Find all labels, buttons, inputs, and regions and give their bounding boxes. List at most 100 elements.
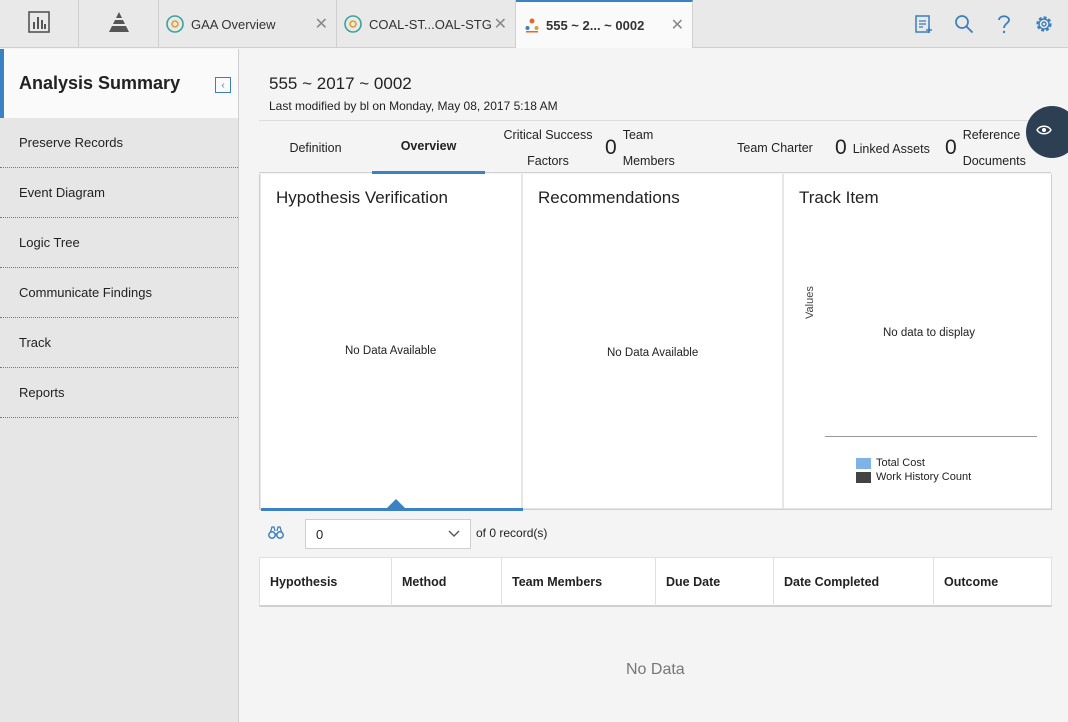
- sidebar-item-reports[interactable]: Reports: [0, 368, 238, 418]
- main-content: 555 ~ 2017 ~ 0002 Last modified by bl on…: [240, 49, 1068, 722]
- empty-message: No data to display: [883, 327, 976, 339]
- last-modified-text: Last modified by bl on Monday, May 08, 2…: [269, 99, 558, 113]
- column-label: Team Members: [512, 575, 603, 589]
- selected-caret-icon: [387, 499, 405, 508]
- page-title: 555 ~ 2017 ~ 0002: [269, 74, 412, 93]
- sidebar-item-label: Reports: [19, 385, 65, 400]
- search-icon[interactable]: [954, 14, 974, 34]
- pyramid-icon: [107, 11, 131, 38]
- record-count-text: of 0 record(s): [476, 526, 547, 540]
- overview-tabs: Definition Overview Critical Success Fac…: [259, 120, 1051, 174]
- tab-critical-success-factors[interactable]: Critical Success Factors: [495, 121, 601, 174]
- circle-arrows-icon: [165, 14, 185, 34]
- column-header-method[interactable]: Method: [392, 558, 502, 606]
- tab-label-line1: Reference: [962, 127, 1021, 142]
- dashboard-button[interactable]: [0, 0, 79, 48]
- sidebar: Analysis Summary ‹ Preserve Records Even…: [0, 49, 239, 722]
- close-icon[interactable]: ✕: [315, 14, 328, 34]
- tab-label-line1: Team: [622, 127, 654, 142]
- collapse-sidebar-button[interactable]: ‹: [215, 77, 231, 93]
- tab-label: 555 ~ 2... ~ 0002: [546, 17, 645, 33]
- column-header-hypothesis[interactable]: Hypothesis: [260, 558, 392, 606]
- binoculars-icon[interactable]: [268, 526, 284, 545]
- record-pager: 0 of 0 record(s): [259, 517, 659, 549]
- sidebar-item-event-diagram[interactable]: Event Diagram: [0, 168, 238, 218]
- eye-hide-icon: [1036, 123, 1052, 141]
- tab-team-members[interactable]: 0 Team Members: [605, 121, 705, 174]
- record-select[interactable]: 0: [305, 519, 471, 549]
- hypothesis-grid-header: Hypothesis Method Team Members Due Date …: [259, 557, 1052, 607]
- sidebar-item-communicate-findings[interactable]: Communicate Findings: [0, 268, 238, 318]
- selected-value: 0: [316, 526, 324, 542]
- sidebar-item-label: Communicate Findings: [19, 285, 152, 300]
- sidebar-title: Analysis Summary: [19, 73, 181, 93]
- column-label: Hypothesis: [270, 575, 338, 589]
- help-icon[interactable]: [994, 14, 1014, 34]
- tab-coal-stg[interactable]: COAL-ST...OAL-STG ✕: [337, 0, 516, 48]
- column-label: Date Completed: [784, 575, 880, 589]
- toolbar-right: [914, 0, 1054, 48]
- column-label: Due Date: [666, 575, 721, 589]
- records-label: record(s): [499, 526, 548, 540]
- selected-indicator: [261, 508, 523, 511]
- column-header-team-members[interactable]: Team Members: [502, 558, 656, 606]
- tab-label-line2: Members: [622, 153, 675, 168]
- dashboard-icon: [28, 10, 50, 38]
- top-bar: GAA Overview ✕ COAL-ST...OAL-STG ✕ 555 ~…: [0, 0, 1068, 48]
- of-count: of 0: [476, 526, 497, 540]
- grid-body: No Data: [259, 609, 1052, 722]
- sidebar-item-label: Event Diagram: [19, 185, 105, 200]
- rca-people-icon: [524, 17, 540, 33]
- panel-title: Hypothesis Verification: [276, 188, 448, 207]
- column-header-outcome[interactable]: Outcome: [934, 558, 1051, 606]
- panel-title: Track Item: [799, 188, 879, 207]
- sidebar-item-preserve-records[interactable]: Preserve Records: [0, 118, 238, 168]
- chevron-down-icon: [448, 527, 460, 541]
- tab-definition[interactable]: Definition: [259, 121, 372, 174]
- sidebar-item-label: Preserve Records: [19, 135, 124, 150]
- legend-label: Work History Count: [876, 471, 972, 483]
- hypothesis-verification-panel[interactable]: Hypothesis Verification No Data Availabl…: [261, 174, 523, 511]
- tab-label: Overview: [400, 139, 457, 153]
- y-axis-label: Values: [804, 286, 816, 319]
- sidebar-item-label: Logic Tree: [19, 235, 80, 250]
- track-item-panel[interactable]: Track Item Values No data to display Tot…: [784, 174, 1051, 508]
- tab-label: Team Charter: [737, 140, 813, 155]
- gear-icon[interactable]: [1034, 14, 1054, 34]
- legend-swatch: [856, 457, 871, 469]
- recommendations-panel[interactable]: Recommendations No Data Available: [523, 174, 782, 508]
- sidebar-item-logic-tree[interactable]: Logic Tree: [0, 218, 238, 268]
- chevron-left-icon: ‹: [221, 79, 225, 91]
- close-icon[interactable]: ✕: [671, 15, 684, 35]
- x-axis-line: [825, 436, 1037, 437]
- column-header-due-date[interactable]: Due Date: [656, 558, 774, 606]
- circle-arrows-icon: [343, 14, 363, 34]
- tab-label-line2: Factors: [527, 153, 569, 168]
- clipboard-add-icon[interactable]: [914, 14, 934, 34]
- team-members-count: 0: [605, 135, 617, 159]
- legend-label: Total Cost: [876, 457, 925, 469]
- tab-label: Linked Assets: [852, 141, 930, 156]
- tab-label: COAL-ST...OAL-STG: [369, 16, 492, 32]
- tab-overview[interactable]: Overview: [372, 121, 485, 174]
- tab-label: GAA Overview: [191, 16, 276, 32]
- tab-team-charter[interactable]: Team Charter: [729, 121, 821, 174]
- tab-rca-analysis[interactable]: 555 ~ 2... ~ 0002 ✕: [516, 0, 693, 48]
- reference-documents-count: 0: [945, 135, 957, 159]
- legend-item-total-cost: Total Cost: [856, 457, 925, 469]
- sidebar-item-track[interactable]: Track: [0, 318, 238, 368]
- column-label: Outcome: [944, 575, 999, 589]
- column-header-date-completed[interactable]: Date Completed: [774, 558, 934, 606]
- linked-assets-count: 0: [835, 135, 847, 159]
- asset-hierarchy-button[interactable]: [79, 0, 159, 48]
- tab-gaa-overview[interactable]: GAA Overview ✕: [159, 0, 337, 48]
- grid-empty-message: No Data: [626, 661, 685, 678]
- empty-message: No Data Available: [607, 347, 699, 359]
- legend-item-work-history-count: Work History Count: [856, 471, 971, 483]
- tab-linked-assets[interactable]: 0 Linked Assets: [835, 121, 955, 174]
- tab-label: Definition: [289, 140, 342, 155]
- tab-label-line2: Documents: [962, 153, 1026, 168]
- close-icon[interactable]: ✕: [494, 14, 507, 34]
- panel-title: Recommendations: [538, 188, 680, 207]
- sidebar-header: Analysis Summary ‹: [0, 49, 238, 118]
